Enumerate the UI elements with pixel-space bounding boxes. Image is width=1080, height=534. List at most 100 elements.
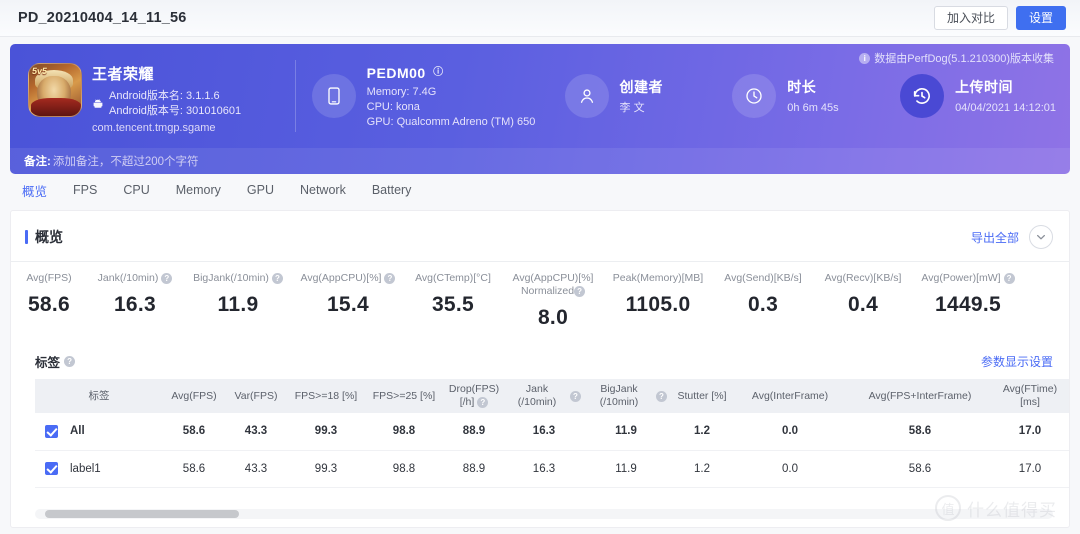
session-summary-panel: i 数据由PerfDog(5.1.210300)版本收集 5v5 王者荣耀 An… xyxy=(10,44,1070,174)
app-version-name: Android版本名: 3.1.1.6 xyxy=(109,89,220,102)
table-horizontal-scrollbar[interactable] xyxy=(35,509,1053,519)
column-header-6[interactable]: Jank (/10min)? xyxy=(505,379,583,413)
creator-icon-wrap xyxy=(564,74,609,118)
help-icon[interactable]: ? xyxy=(574,286,586,297)
history-icon xyxy=(913,88,931,104)
metric-value: 0.3 xyxy=(747,293,779,316)
note-row[interactable]: 备注: 添加备注，不超过200个字符 xyxy=(10,148,1070,174)
collapse-toggle-button[interactable] xyxy=(1029,225,1053,249)
labels-header: 标签 ? 参数显示设置 xyxy=(11,352,1069,371)
column-header-0[interactable]: 标签 xyxy=(35,379,163,413)
tab-network[interactable]: Network xyxy=(300,183,346,197)
labels-table-body: All 58.6 43.3 99.3 98.8 88.9 16.3 11.9 1.2 0.0 58.… xyxy=(35,413,1069,488)
phone-icon xyxy=(327,87,340,105)
help-icon[interactable]: ? xyxy=(570,390,581,402)
column-header-4[interactable]: FPS>=25 [%] xyxy=(365,379,443,413)
settings-button[interactable]: 设置 xyxy=(1015,6,1066,30)
add-compare-button[interactable]: 加入对比 xyxy=(933,6,1008,30)
app-info-block: 5v5 王者荣耀 Android版本名: 3.1.1.6 Android版本号:… xyxy=(24,59,279,134)
device-text: PEDM00 ⓘ Memory: 7.4G CPU: kona GPU: Qua… xyxy=(367,63,536,130)
help-icon[interactable]: ? xyxy=(477,397,489,408)
column-header-3[interactable]: FPS>=18 [%] xyxy=(287,379,365,413)
metric-7: Avg(Send)[KB/s] 0.3 xyxy=(713,272,813,330)
cell-0-1: 43.3 xyxy=(225,413,287,451)
cell-1-3: 98.8 xyxy=(365,450,443,488)
overview-title-wrap: 概览 xyxy=(25,227,63,247)
column-header-7[interactable]: BigJank (/10min)? xyxy=(583,379,669,413)
help-icon[interactable]: ? xyxy=(161,273,173,284)
metric-label: Avg(AppCPU)[%] Normalized? xyxy=(512,272,594,297)
metric-value: 1449.5 xyxy=(934,293,1002,316)
row-label-cell: label1 xyxy=(35,450,163,488)
tab-fps[interactable]: FPS xyxy=(73,183,97,197)
cell-0-7: 1.2 xyxy=(669,413,735,451)
android-icon xyxy=(93,98,103,108)
metric-4: Avg(CTemp)[°C] 35.5 xyxy=(403,272,503,330)
duration-text: 时长 0h 6m 45s xyxy=(787,77,838,116)
column-header-5[interactable]: Drop(FPS) [/h]? xyxy=(443,379,505,413)
device-info-icon[interactable]: ⓘ xyxy=(433,67,444,78)
tab-gpu[interactable]: GPU xyxy=(247,183,274,197)
note-placeholder[interactable]: 添加备注，不超过200个字符 xyxy=(53,153,199,169)
cell-1-6: 11.9 xyxy=(583,450,669,488)
metric-value: 11.9 xyxy=(217,293,259,316)
title-accent-bar xyxy=(25,230,28,244)
row-label: All xyxy=(70,425,85,438)
clock-icon xyxy=(746,88,762,104)
overview-title: 概览 xyxy=(35,229,63,245)
note-label: 备注: xyxy=(24,156,51,168)
labels-title: 标签 xyxy=(35,356,61,370)
column-header-8[interactable]: Stutter [%] xyxy=(669,379,735,413)
device-gpu: GPU: Qualcomm Adreno (TM) 650 xyxy=(366,115,536,128)
column-header-10[interactable]: Avg(FPS+InterFrame) xyxy=(845,379,995,413)
tab-battery[interactable]: Battery xyxy=(372,183,412,197)
table-row[interactable]: label1 58.6 43.3 99.3 98.8 88.9 16.3 11.9 1.2 0.0… xyxy=(35,450,1069,488)
upload-title: 上传时间 xyxy=(955,78,1014,95)
top-bar-actions: 加入对比 设置 xyxy=(933,6,1066,30)
metric-2: BigJank(/10min)? 11.9 xyxy=(183,272,293,330)
help-icon[interactable]: ? xyxy=(656,390,667,402)
device-icon-wrap xyxy=(311,74,356,118)
app-version-code: Android版本号: 301010601 xyxy=(109,104,242,117)
app-name: 王者荣耀 xyxy=(92,65,155,83)
row-checkbox[interactable] xyxy=(45,462,58,475)
cell-1-8: 0.0 xyxy=(735,450,845,488)
column-header-12[interactable]: FTime> xyxy=(1065,379,1069,413)
cell-0-6: 11.9 xyxy=(583,413,669,451)
user-icon xyxy=(580,89,593,103)
chevron-down-icon xyxy=(1037,234,1045,240)
metric-label: Avg(Power)[mW]? xyxy=(913,272,1023,285)
metric-label: Avg(Send)[KB/s] xyxy=(724,272,802,284)
tab-memory[interactable]: Memory xyxy=(176,183,221,197)
cell-1-4: 88.9 xyxy=(443,450,505,488)
metric-value: 15.4 xyxy=(326,293,370,316)
help-icon[interactable]: ? xyxy=(384,273,396,284)
help-icon[interactable]: ? xyxy=(1003,273,1015,284)
param-display-settings-link[interactable]: 参数显示设置 xyxy=(981,355,1053,369)
creator-text: 创建者 李 文 xyxy=(620,77,664,116)
column-header-9[interactable]: Avg(InterFrame) xyxy=(735,379,845,413)
upload-value: 04/04/2021 14:12:01 xyxy=(955,101,1056,114)
metric-0: Avg(FPS) 58.6 xyxy=(11,272,87,330)
table-row[interactable]: All 58.6 43.3 99.3 98.8 88.9 16.3 11.9 1.2 0.0 58.… xyxy=(35,413,1069,451)
device-model: PEDM00 ⓘ xyxy=(367,63,536,81)
metric-6: Peak(Memory)[MB] 1105.0 xyxy=(603,272,713,330)
column-header-11[interactable]: Avg(FTime) [ms] xyxy=(995,379,1065,413)
row-checkbox[interactable] xyxy=(45,424,58,438)
labels-table: 标签 Avg(FPS) Var(FPS) FPS>=18 [%] FPS>=25 [%]… xyxy=(35,379,1069,488)
tab-cpu[interactable]: CPU xyxy=(123,183,149,197)
column-header-2[interactable]: Var(FPS) xyxy=(225,379,287,413)
app-root: PD_20210404_14_11_56 加入对比 设置 i 数据由PerfDo… xyxy=(0,0,1080,534)
cell-1-5: 16.3 xyxy=(505,450,583,488)
row-label: label1 xyxy=(70,462,101,475)
scrollbar-thumb[interactable] xyxy=(45,510,239,518)
labels-table-head: 标签 Avg(FPS) Var(FPS) FPS>=18 [%] FPS>=25 [%]… xyxy=(35,379,1069,413)
cell-1-7: 1.2 xyxy=(669,450,735,488)
device-info-block: PEDM00 ⓘ Memory: 7.4G CPU: kona GPU: Qua… xyxy=(311,63,547,130)
help-icon[interactable]: ? xyxy=(64,356,76,367)
upload-text: 上传时间 04/04/2021 14:12:01 xyxy=(955,77,1056,116)
help-icon[interactable]: ? xyxy=(271,273,283,284)
column-header-1[interactable]: Avg(FPS) xyxy=(163,379,225,413)
tab-overview[interactable]: 概览 xyxy=(22,181,47,200)
export-all-link[interactable]: 导出全部 xyxy=(971,229,1019,246)
